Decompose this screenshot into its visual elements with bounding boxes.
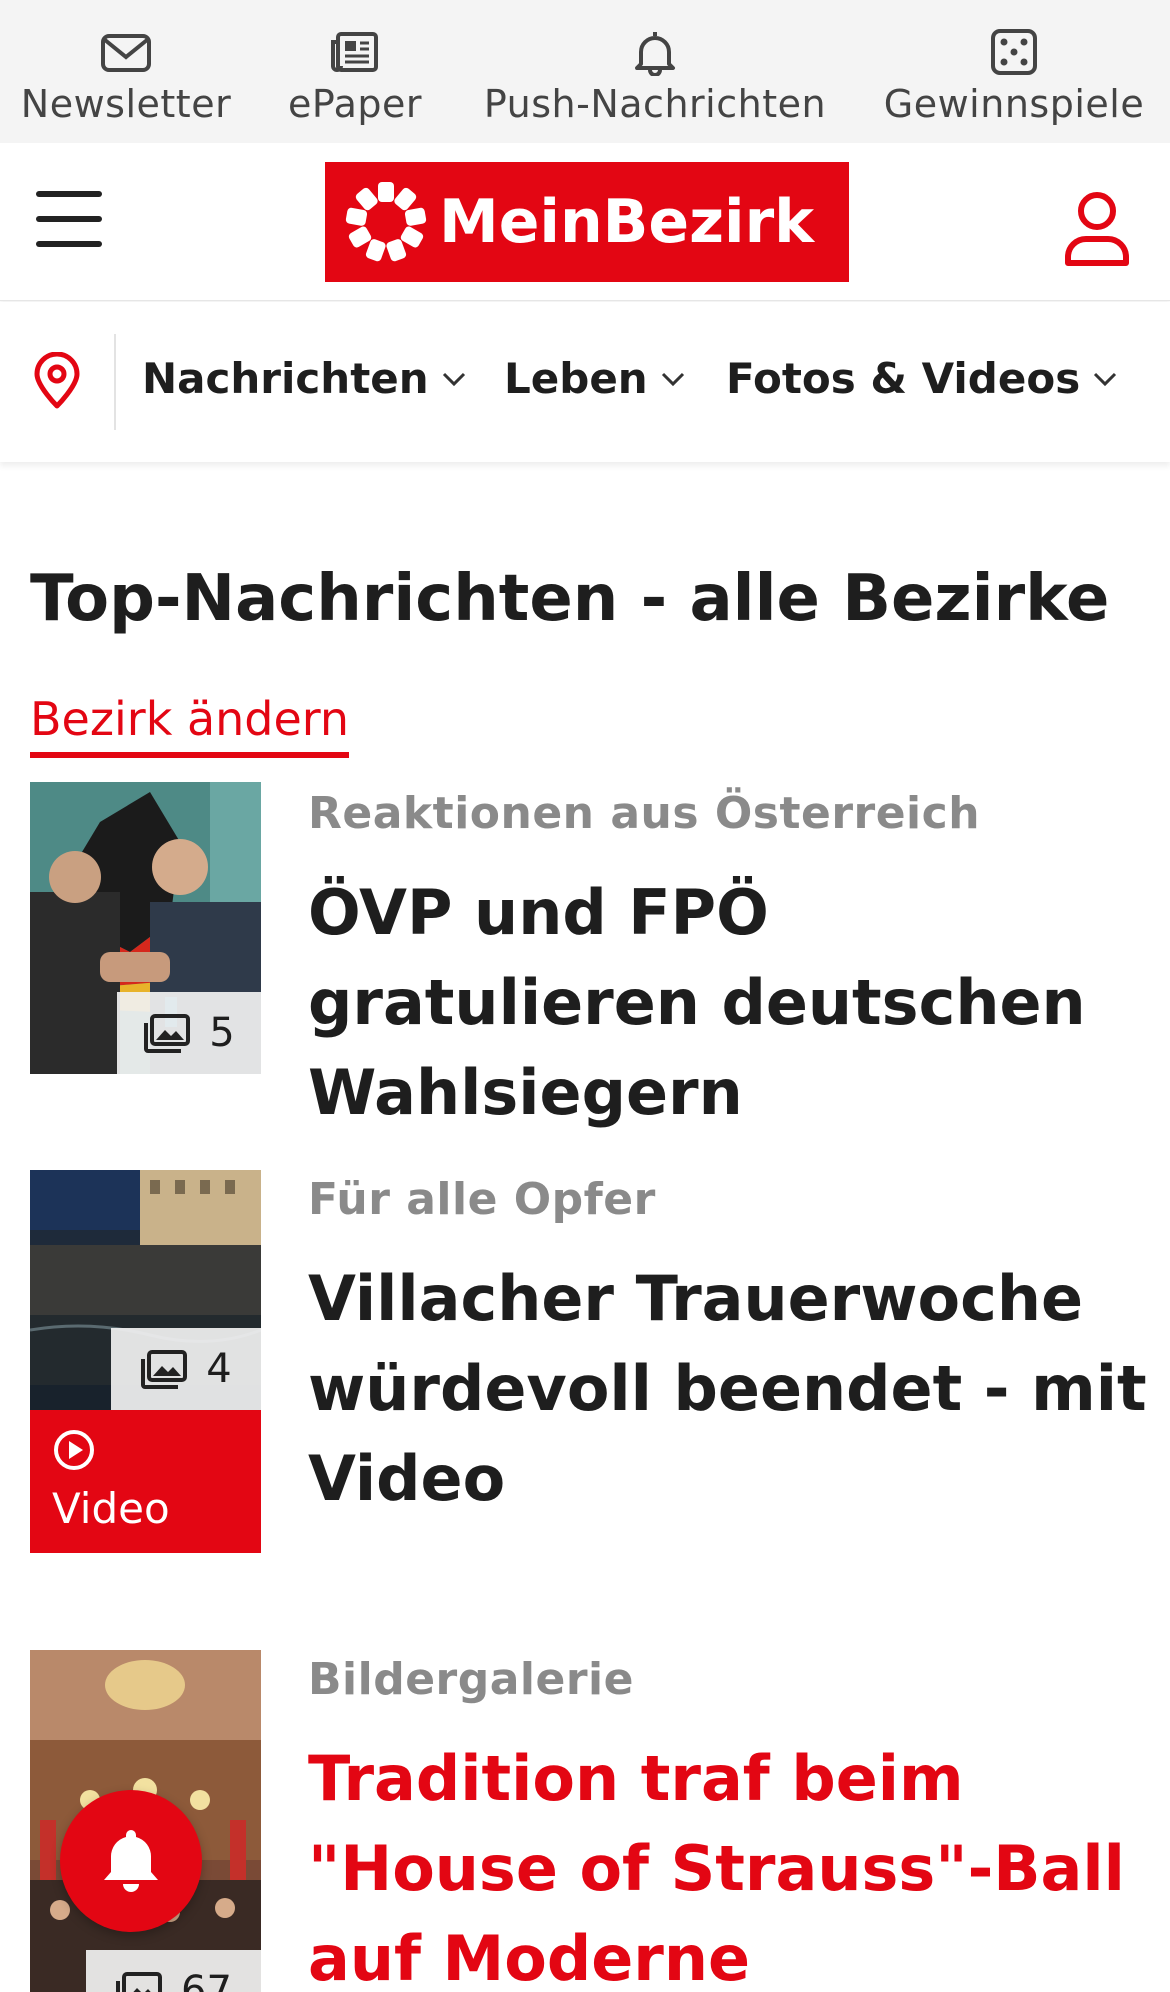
logo-sun-icon xyxy=(345,182,427,263)
change-district-link[interactable]: Bezirk ändern xyxy=(30,692,350,758)
gallery-icon xyxy=(116,1972,163,1992)
play-circle-icon xyxy=(54,1430,94,1470)
category-nav: Nachrichten Leben Fotos & Videos xyxy=(0,302,1170,462)
article-headline[interactable]: ÖVP und FPÖ gratulieren deutschen Wahlsi… xyxy=(308,868,1168,1138)
page-title: Top-Nachrichten - alle Bezirke xyxy=(30,562,1110,636)
gallery-icon xyxy=(144,1014,191,1053)
article-headline[interactable]: Villacher Trauerwoche würdevoll beendet … xyxy=(308,1254,1168,1524)
image-count: 5 xyxy=(209,1010,235,1056)
newspaper-icon xyxy=(331,32,378,72)
user-icon[interactable] xyxy=(1062,191,1132,267)
utility-bar: Newsletter ePaper Push-Nachrichten Gewin… xyxy=(0,0,1170,143)
brand-logo[interactable]: MeinBezirk xyxy=(325,162,849,282)
image-count-badge: 5 xyxy=(117,992,261,1074)
nav-scroll-fade xyxy=(1130,302,1170,462)
nav-item-fotos-videos[interactable]: Fotos & Videos xyxy=(726,354,1118,403)
image-count-badge: 67 xyxy=(86,1950,261,1992)
article-card[interactable]: 67 Bildergalerie Tradition traf beim "Ho… xyxy=(30,1650,1140,1992)
article-card[interactable]: 4 Video Für alle Opfer Villacher Trauerw… xyxy=(30,1170,1147,1553)
epaper-link[interactable]: ePaper xyxy=(276,28,434,126)
mail-icon xyxy=(101,34,151,72)
chevron-down-icon xyxy=(442,372,465,386)
newsletter-label: Newsletter xyxy=(20,82,232,126)
article-kicker: Für alle Opfer xyxy=(308,1174,656,1225)
gallery-icon xyxy=(141,1350,188,1389)
article-thumbnail[interactable]: 4 Video xyxy=(30,1170,261,1553)
chevron-down-icon xyxy=(1094,372,1117,386)
article-kicker: Reaktionen aus Österreich xyxy=(308,788,981,839)
hamburger-menu-icon[interactable] xyxy=(36,191,102,247)
article-thumbnail[interactable]: 5 xyxy=(30,782,261,1074)
image-count: 4 xyxy=(206,1346,232,1392)
article-card[interactable]: 5 Reaktionen aus Österreich ÖVP und FPÖ … xyxy=(30,782,1140,1129)
nav-divider xyxy=(114,334,116,430)
video-label: Video xyxy=(52,1484,170,1533)
article-headline[interactable]: Tradition traf beim "House of Strauss"-B… xyxy=(308,1734,1168,1992)
article-kicker: Bildergalerie xyxy=(308,1654,634,1705)
nav-item-label: Fotos & Videos xyxy=(726,354,1081,403)
notification-bell-icon xyxy=(104,1830,158,1892)
location-pin-icon[interactable] xyxy=(32,352,82,410)
nav-item-nachrichten[interactable]: Nachrichten xyxy=(142,354,467,403)
push-notifications-label: Push-Nachrichten xyxy=(483,82,827,126)
sweepstakes-label: Gewinnspiele xyxy=(883,82,1145,126)
nav-item-leben[interactable]: Leben xyxy=(504,354,686,403)
site-header: MeinBezirk xyxy=(0,143,1170,301)
newsletter-link[interactable]: Newsletter xyxy=(18,28,234,126)
brand-name: MeinBezirk xyxy=(439,187,815,257)
image-count-badge: 4 xyxy=(111,1328,261,1410)
sweepstakes-link[interactable]: Gewinnspiele xyxy=(880,28,1148,126)
push-notifications-link[interactable]: Push-Nachrichten xyxy=(476,28,834,126)
video-badge: Video xyxy=(30,1410,261,1553)
nav-item-label: Leben xyxy=(504,354,648,403)
notification-fab[interactable] xyxy=(60,1790,202,1932)
chevron-down-icon xyxy=(661,372,684,386)
image-count: 67 xyxy=(181,1968,232,1992)
bell-icon xyxy=(635,32,675,76)
dice-icon xyxy=(991,29,1037,75)
epaper-label: ePaper xyxy=(288,82,422,126)
nav-item-label: Nachrichten xyxy=(142,354,429,403)
